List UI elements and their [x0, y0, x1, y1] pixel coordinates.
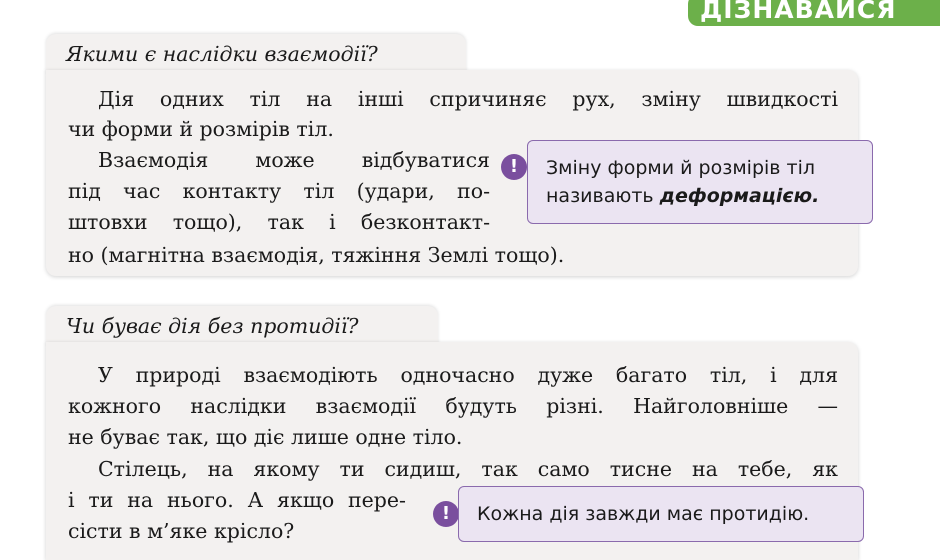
text-card: У природі взаємодіють одночасно дуже баг… — [46, 342, 864, 560]
note-line: Кожна дія завжди має протидію. — [477, 503, 810, 525]
note-prefix: називають — [546, 185, 660, 207]
definition-note: Зміну форми й розмірів тіл називають деф… — [527, 140, 873, 224]
text-card: Дія одних тіл на інші спричиняє рух, змі… — [46, 70, 873, 276]
note-term: деформацією. — [659, 185, 820, 207]
section-interaction-effects: Якими є наслідки взаємодії? Дія одних ті… — [0, 34, 940, 284]
learn-badge: ДІЗНАВАЙСЯ — [688, 0, 940, 26]
paragraph-line: Дія одних тіл на інші спричиняє рух, змі… — [98, 87, 838, 111]
note-line: називають деформацією. — [546, 183, 819, 209]
exclamation-icon: ! — [433, 501, 459, 527]
paragraph-line: У природі взаємодіють одночасно дуже баг… — [98, 363, 838, 387]
paragraph-line: під час контакту тіл (удари, по- — [68, 179, 490, 203]
principle-note: Кожна дія завжди має протидію. — [458, 486, 864, 542]
paragraph-line: сісти в м’яке крісло? — [68, 519, 295, 543]
question-tab: Якими є наслідки взаємодії? — [46, 34, 466, 74]
paragraph-line: і ти на нього. А якщо пере- — [68, 488, 406, 512]
exclamation-icon: ! — [501, 154, 527, 180]
section-action-reaction: Чи буває дія без протидії? У природі вза… — [0, 306, 940, 560]
note-line: Зміну форми й розмірів тіл — [546, 157, 816, 179]
question-tab: Чи буває дія без протидії? — [46, 306, 438, 346]
paragraph-line: Взаємодія може відбуватися — [98, 148, 490, 172]
paragraph-line: чи форми й розмірів тіл. — [68, 117, 334, 141]
question-heading: Якими є наслідки взаємодії? — [66, 42, 378, 66]
paragraph-line: но (магнітна взаємодія, тяжіння Землі то… — [68, 243, 565, 267]
question-heading: Чи буває дія без протидії? — [66, 314, 359, 338]
paragraph-line: Стілець, на якому ти сидиш, так само тис… — [98, 457, 838, 481]
paragraph-line: не буває так, що діє лише одне тіло. — [68, 425, 463, 449]
paragraph-line: кожного наслідки взаємодії будуть різні.… — [68, 394, 838, 418]
paragraph-line: штовхи тощо), так і безконтакт- — [68, 210, 490, 234]
